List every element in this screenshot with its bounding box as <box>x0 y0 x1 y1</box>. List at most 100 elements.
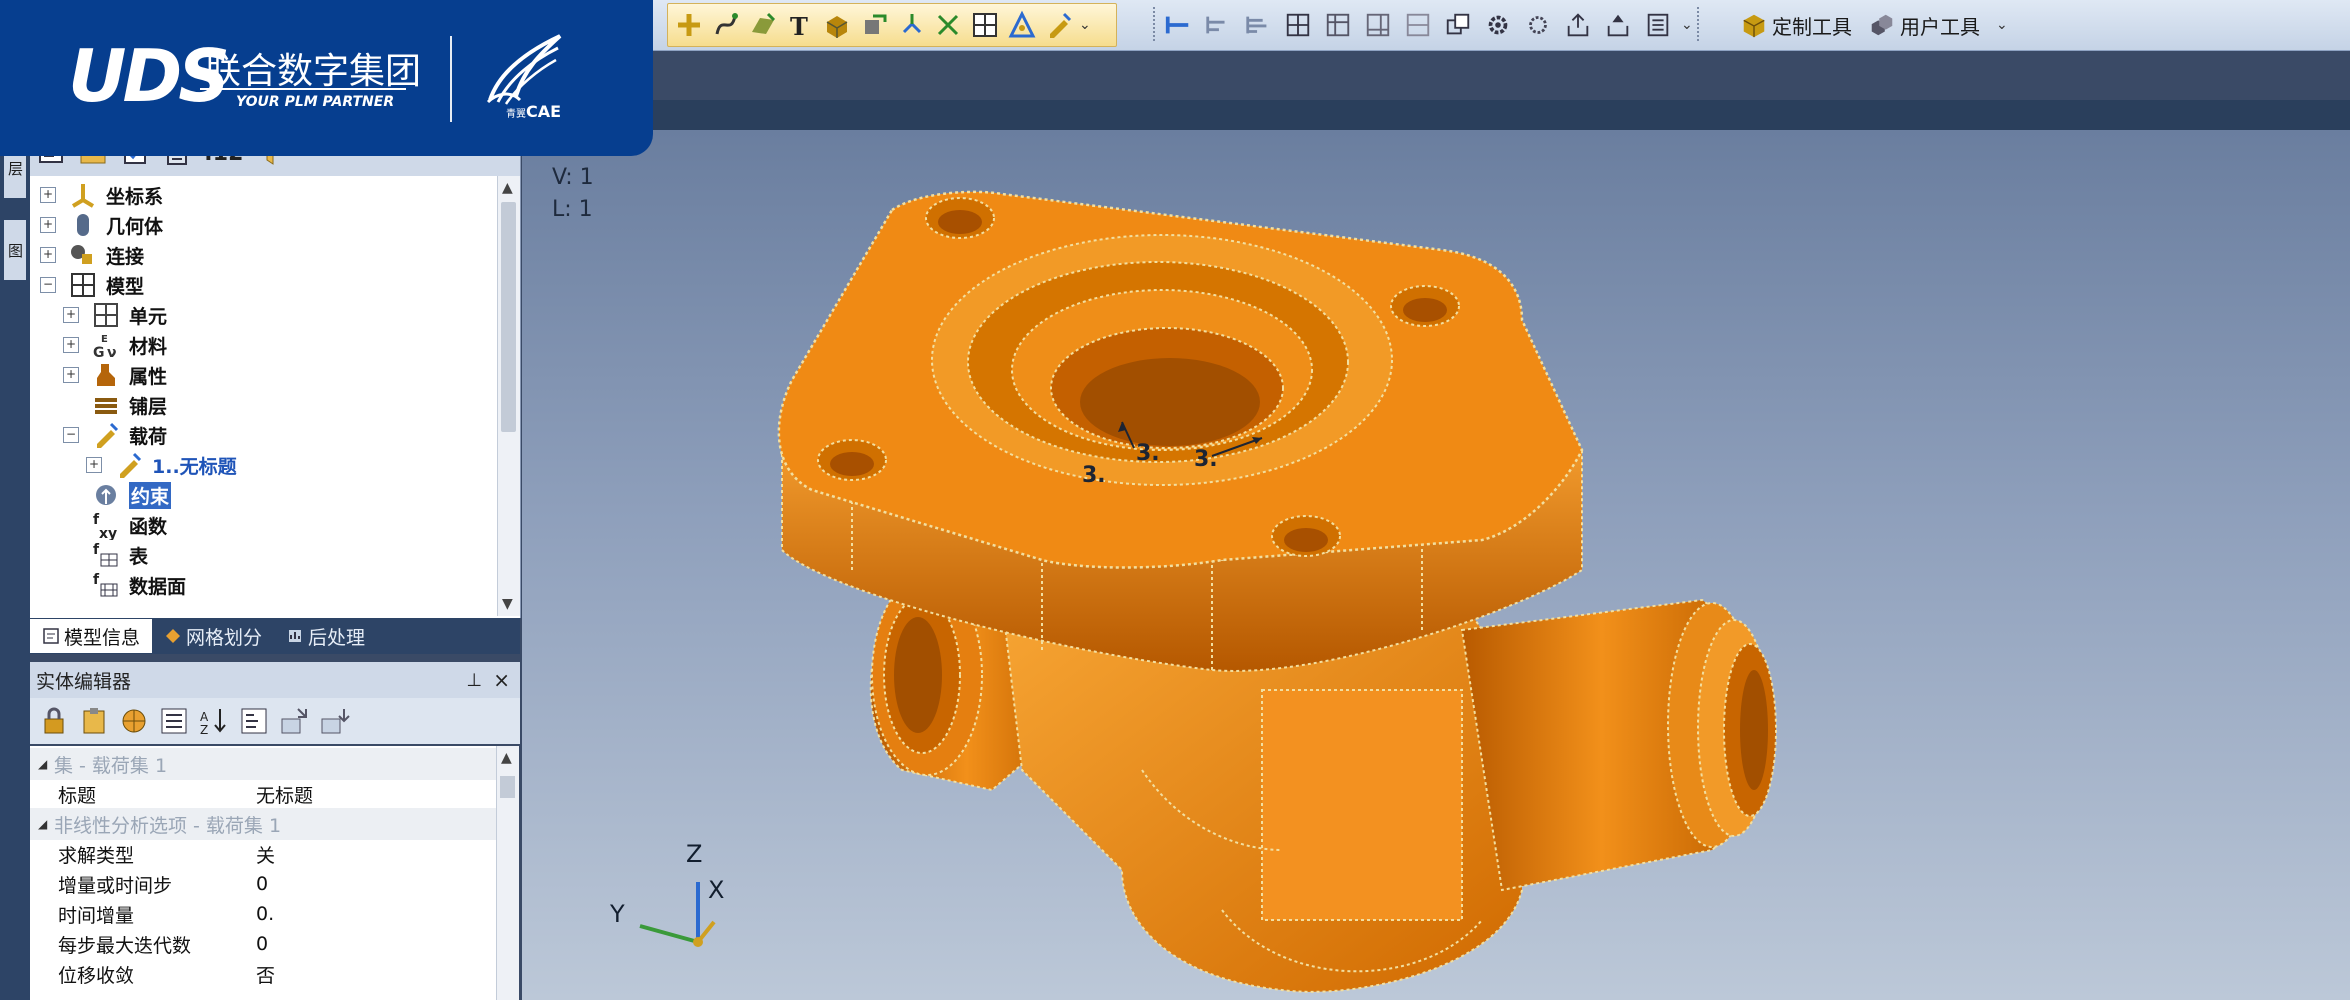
element-button[interactable] <box>931 8 965 42</box>
node-button[interactable] <box>894 8 928 42</box>
property-row[interactable]: 增量或时间步 0 <box>30 868 496 900</box>
surface-button[interactable] <box>746 8 780 42</box>
export-icon[interactable] <box>278 705 310 737</box>
solid-icon <box>826 16 848 38</box>
curve-button[interactable] <box>709 8 743 42</box>
solid-button[interactable] <box>820 8 854 42</box>
clipboard-icon[interactable] <box>78 705 110 737</box>
grid-icon <box>973 13 997 37</box>
expander-icon[interactable]: + <box>40 187 56 203</box>
pen-button[interactable] <box>1042 8 1076 42</box>
settings2-button[interactable] <box>1521 8 1555 42</box>
side-tab-graphics[interactable]: 图 <box>4 220 26 280</box>
align2-button[interactable] <box>1241 8 1275 42</box>
property-row[interactable]: 标题 无标题 <box>30 778 496 810</box>
tree-item[interactable]: + 属性 <box>63 360 167 390</box>
copy-button[interactable] <box>1441 8 1475 42</box>
property-key: 时间增量 <box>58 904 135 927</box>
tree-item[interactable]: f xy 函数 <box>63 510 167 540</box>
property-value[interactable]: 否 <box>254 961 275 988</box>
import-button[interactable] <box>1601 8 1635 42</box>
tree-scrollbar[interactable]: ▲ ▼ <box>497 176 520 616</box>
categorize-icon[interactable] <box>158 705 190 737</box>
expander-icon[interactable]: + <box>63 337 79 353</box>
view-toolbar-overflow[interactable]: ⌄ <box>1681 17 1693 33</box>
toolbar-overflow[interactable]: ⌄ <box>1079 17 1091 33</box>
property-row[interactable]: 求解类型 关 <box>30 838 496 870</box>
align-button[interactable] <box>1201 8 1235 42</box>
editor-scroll-thumb[interactable] <box>500 776 515 798</box>
table3-button[interactable] <box>1361 8 1395 42</box>
tree-item[interactable]: − 模型 <box>40 270 144 300</box>
scroll-up-icon[interactable]: ▲ <box>501 750 512 766</box>
text-button[interactable]: T <box>783 8 817 42</box>
table-button[interactable] <box>1281 8 1315 42</box>
valve-body-model[interactable]: 3. 3. 3. <box>522 130 2350 1000</box>
tree-item[interactable]: + 坐标系 <box>40 180 163 210</box>
import-icon[interactable] <box>318 705 350 737</box>
export-button[interactable] <box>1561 8 1595 42</box>
tree-item[interactable]: f表 <box>63 540 148 570</box>
tree-item[interactable]: + E Gν 材料 <box>63 330 167 360</box>
table2-button[interactable] <box>1321 8 1355 42</box>
tab-postprocess[interactable]: 后处理 <box>274 619 377 653</box>
tree-item[interactable]: +1..无标题 <box>86 450 237 480</box>
tools-overflow[interactable]: ⌄ <box>1996 17 2008 33</box>
property-value[interactable]: 0 <box>254 933 268 955</box>
measure-button[interactable] <box>1161 8 1195 42</box>
model-tree: + 坐标系 + 几何体 + 连接 − 模型 + 单元 + E Gν 材料 + 属性 铺层 − 载荷 +1..无标题 约束… <box>30 176 496 616</box>
expander-icon[interactable]: + <box>86 457 102 473</box>
expander-icon[interactable]: + <box>40 247 56 263</box>
collapse-icon[interactable]: ◢ <box>38 757 54 771</box>
property-value[interactable]: 无标题 <box>254 781 313 808</box>
property-row[interactable]: 时间增量 0. <box>30 898 496 930</box>
tab-model-info[interactable]: 模型信息 <box>30 619 153 653</box>
property-category[interactable]: ◢ 非线性分析选项 - 载荷集 1 <box>30 808 496 840</box>
collapse-icon[interactable]: ◢ <box>38 817 54 831</box>
property-value[interactable]: 0 <box>254 873 268 895</box>
mesh-button[interactable] <box>857 8 891 42</box>
tree-item[interactable]: + 单元 <box>63 300 167 330</box>
expander-icon[interactable]: − <box>40 277 56 293</box>
tree-item[interactable]: + 几何体 <box>40 210 163 240</box>
tree-scroll-thumb[interactable] <box>501 202 516 432</box>
scroll-up-icon[interactable]: ▲ <box>502 180 513 196</box>
property-value[interactable]: 0. <box>254 903 274 925</box>
pin-icon[interactable]: ⊥ <box>466 670 482 691</box>
triangle-icon <box>1008 10 1036 38</box>
close-icon[interactable]: × <box>493 668 510 692</box>
table4-button[interactable] <box>1401 8 1435 42</box>
expander-icon[interactable]: + <box>63 307 79 323</box>
globe-icon[interactable] <box>118 705 150 737</box>
custom-tools-button[interactable]: 定制工具 <box>1740 11 1852 40</box>
property-category[interactable]: ◢ 集 - 载荷集 1 <box>30 748 496 780</box>
tree-item[interactable]: − 载荷 <box>63 420 167 450</box>
list-button[interactable] <box>1641 8 1675 42</box>
custom-tools-label: 定制工具 <box>1772 14 1852 39</box>
property-row[interactable]: 每步最大迭代数 0 <box>30 928 496 960</box>
graphics-viewport[interactable]: V: 1 L: 1 3. 3. 3. Z X Y <box>522 130 2350 1000</box>
flange-block[interactable] <box>777 190 1584 672</box>
tree-item[interactable]: f 数据面 <box>63 570 186 600</box>
settings-button[interactable] <box>1481 8 1515 42</box>
property-value[interactable]: 关 <box>254 841 275 868</box>
expander-icon[interactable]: + <box>40 217 56 233</box>
table-icon: f <box>93 542 118 567</box>
expander-icon[interactable]: − <box>63 427 79 443</box>
tree-item[interactable]: 铺层 <box>63 390 167 420</box>
tree-item[interactable]: + 连接 <box>40 240 144 270</box>
sort-icon[interactable]: AZ <box>198 705 230 737</box>
grid-button[interactable] <box>968 8 1002 42</box>
triangle-button[interactable] <box>1005 8 1039 42</box>
lock-icon[interactable] <box>38 705 70 737</box>
property-row[interactable]: 位移收敛 否 <box>30 958 496 990</box>
expander-icon[interactable]: + <box>63 367 79 383</box>
tab-meshing[interactable]: 网格划分 <box>152 619 274 653</box>
editor-scrollbar[interactable]: ▲ <box>496 746 519 1000</box>
add-point-button[interactable] <box>672 8 706 42</box>
scroll-down-icon[interactable]: ▼ <box>502 596 513 612</box>
right-pipe[interactable] <box>1460 598 1777 892</box>
tree-item[interactable]: 约束 <box>63 480 172 510</box>
properties-icon[interactable] <box>238 705 270 737</box>
user-tools-button[interactable]: 用户工具 <box>1868 11 1980 40</box>
